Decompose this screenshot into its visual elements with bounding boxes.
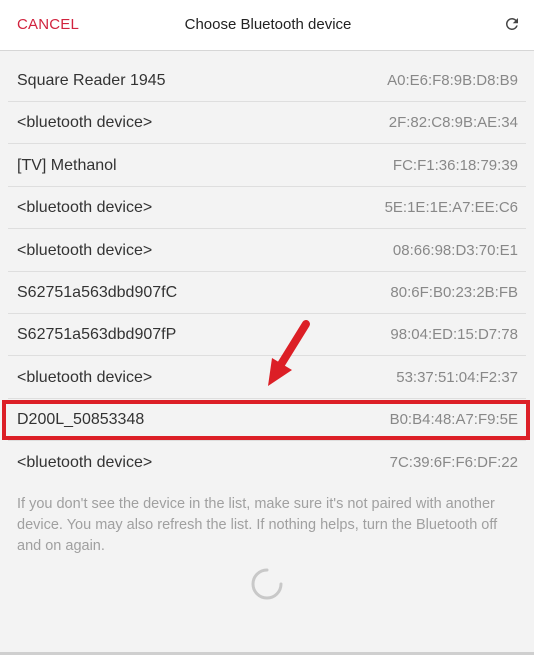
device-row[interactable]: Square Reader 1945 A0:E6:F8:9B:D8:B9: [8, 61, 526, 102]
device-row[interactable]: <bluetooth device> 08:66:98:D3:70:E1: [8, 231, 526, 272]
help-text: If you don't see the device in the list,…: [17, 496, 498, 554]
device-mac: 08:66:98:D3:70:E1: [392, 241, 518, 259]
device-mac: A0:E6:F8:9B:D8:B9: [387, 72, 518, 89]
refresh-icon[interactable]: [503, 15, 521, 33]
device-list: Square Reader 1945 A0:E6:F8:9B:D8:B9 <bl…: [8, 61, 526, 485]
device-mac: 2F:82:C8:9B:AE:34: [388, 114, 518, 132]
device-mac: FC:F1:36:18:79:39: [392, 156, 518, 174]
device-name: S62751a563dbd907fP: [17, 326, 177, 344]
device-name: <bluetooth device>: [17, 199, 153, 217]
device-name: S62751a563dbd907fC: [17, 283, 178, 301]
dialog-header: CANCEL Choose Bluetooth device: [0, 0, 534, 51]
device-mac: 98:04:ED:15:D7:78: [390, 326, 518, 344]
device-mac: 5E:1E:1E:A7:EE:C6: [384, 199, 518, 217]
device-row[interactable]: <bluetooth device> 7C:39:6F:F6:DF:22: [8, 443, 526, 484]
device-name: <bluetooth device>: [17, 114, 153, 132]
device-row-highlighted[interactable]: D200L_50853348 B0:B4:48:A7:F9:5E: [8, 400, 526, 442]
device-name: <bluetooth device>: [17, 453, 153, 471]
device-name: Square Reader 1945: [17, 72, 166, 89]
device-row[interactable]: <bluetooth device> 2F:82:C8:9B:AE:34: [8, 103, 526, 145]
device-name: [TV] Methanol: [17, 156, 117, 174]
loading-spinner-icon: [251, 568, 283, 600]
device-row[interactable]: [TV] Methanol FC:F1:36:18:79:39: [8, 146, 526, 187]
device-mac: 7C:39:6F:F6:DF:22: [389, 453, 518, 471]
dialog-title: Choose Bluetooth device: [184, 16, 352, 33]
device-row[interactable]: S62751a563dbd907fC 80:6F:B0:23:2B:FB: [8, 273, 526, 314]
device-name: <bluetooth device>: [17, 241, 153, 259]
device-mac: B0:B4:48:A7:F9:5E: [389, 411, 518, 429]
device-name: <bluetooth device>: [17, 368, 153, 386]
device-mac: 80:6F:B0:23:2B:FB: [390, 283, 518, 301]
device-mac: 53:37:51:04:F2:37: [396, 368, 518, 386]
device-name: D200L_50853348: [17, 411, 145, 429]
device-row[interactable]: <bluetooth device> 5E:1E:1E:A7:EE:C6: [8, 188, 526, 230]
annotation-arrow-icon: [268, 320, 310, 386]
